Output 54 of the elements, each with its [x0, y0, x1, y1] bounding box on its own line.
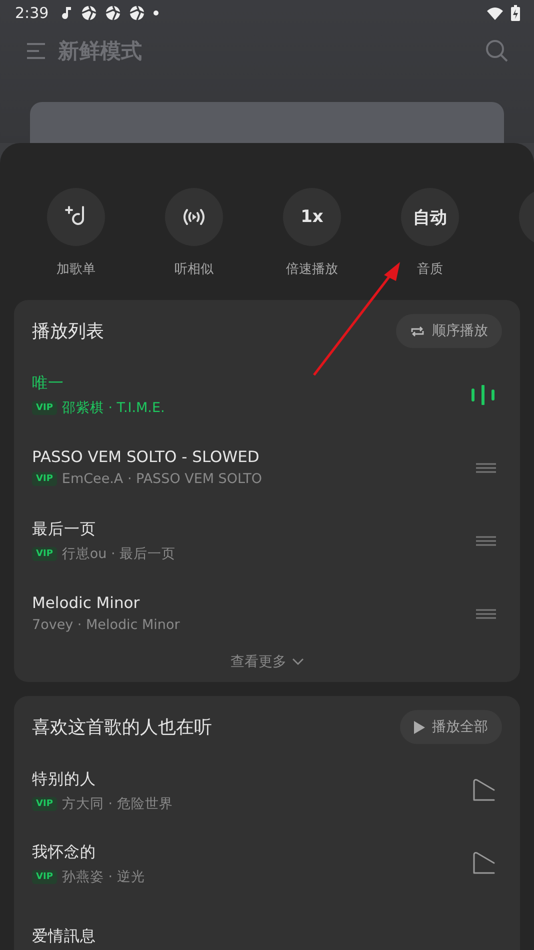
vip-badge: VIP: [32, 472, 57, 486]
playing-bars-icon: [470, 384, 496, 404]
aperture-icon: [128, 5, 145, 21]
repeat-icon: [410, 324, 425, 338]
music-note-icon: [60, 6, 73, 20]
battery-icon: [511, 5, 520, 21]
song-row[interactable]: 最后一页 VIP 行崽ou · 最后一页: [14, 504, 520, 577]
song-row[interactable]: PASSO VEM SOLTO - SLOWED VIP EmCee.A · PASSO VEM SOLTO: [14, 431, 520, 504]
song-artist-album: 孙燕姿 · 逆光: [62, 868, 145, 886]
song-artist-album: EmCee.A · PASSO VEM SOLTO: [62, 471, 262, 487]
song-title: Melodic Minor: [32, 594, 141, 612]
broadcast-icon: [181, 207, 207, 227]
status-time: 2:39: [15, 4, 49, 22]
action-label: 音质: [417, 261, 443, 278]
song-artist-album: 邵紫棋 · T.I.M.E.: [62, 398, 165, 416]
vip-badge: VIP: [32, 870, 57, 884]
vip-badge: VIP: [32, 400, 57, 414]
search-icon[interactable]: [485, 39, 509, 63]
song-title: PASSO VEM SOLTO - SLOWED: [32, 448, 260, 466]
song-title: 我怀念的: [32, 842, 97, 862]
play-icon: [414, 720, 425, 734]
vip-badge: VIP: [32, 546, 57, 560]
song-title: 爱情訊息: [32, 926, 97, 947]
menu-icon[interactable]: [26, 42, 46, 60]
song-row[interactable]: 唯一 VIP 邵紫棋 · T.I.M.E.: [14, 358, 520, 431]
aperture-icon: [80, 5, 97, 21]
song-row[interactable]: Melodic Minor 7ovey · Melodic Minor: [14, 577, 520, 650]
action-label: 加歌单: [56, 261, 96, 278]
action-label: 倍速播放: [286, 261, 338, 278]
play-next-icon[interactable]: [472, 850, 496, 876]
page-title: 新鲜模式: [58, 38, 142, 65]
song-title: 最后一页: [32, 518, 97, 540]
vip-badge: VIP: [32, 796, 57, 810]
action-button[interactable]: 1x: [283, 188, 341, 246]
section-title: 喜欢这首歌的人也在听: [32, 716, 212, 739]
section-title: 播放列表: [32, 320, 104, 343]
aperture-icon: [104, 5, 121, 21]
song-title: 唯一: [32, 372, 65, 394]
action-button[interactable]: 自动: [401, 188, 459, 246]
play-next-icon[interactable]: [472, 778, 496, 804]
song-artist-album: 7ovey · Melodic Minor: [32, 617, 180, 633]
drag-handle-icon[interactable]: [476, 608, 496, 618]
dot-icon: [152, 10, 159, 16]
chevron-down-icon: [292, 658, 304, 666]
drag-handle-icon[interactable]: [476, 536, 496, 546]
song-artist-album: 行崽ou · 最后一页: [62, 544, 176, 562]
play-order-button[interactable]: 顺序播放: [396, 314, 502, 348]
drag-handle-icon[interactable]: [476, 462, 496, 472]
wifi-icon: [487, 6, 503, 20]
action-label: 听相似: [174, 261, 214, 278]
song-title: 特别的人: [32, 768, 97, 790]
play-all-button[interactable]: 播放全部: [400, 710, 502, 744]
song-artist-album: 方大同 · 危险世界: [62, 794, 173, 812]
see-more-button[interactable]: 查看更多: [224, 652, 310, 672]
